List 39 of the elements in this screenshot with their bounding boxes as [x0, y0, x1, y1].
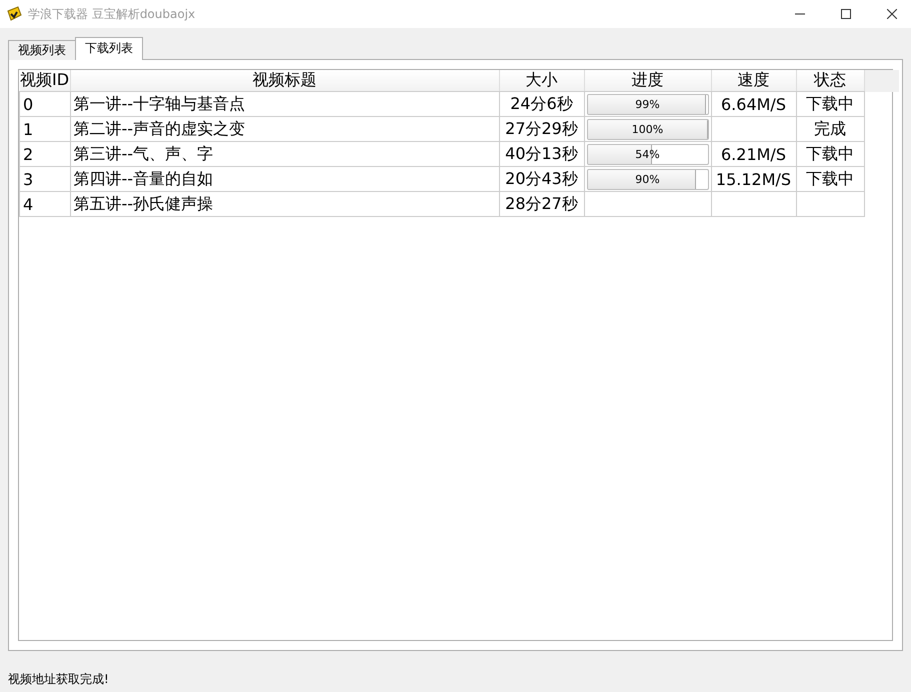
close-icon[interactable]: [887, 9, 897, 19]
window-title: 学浪下载器 豆宝解析doubaojx: [28, 6, 196, 22]
progress-text: 54%: [634, 146, 661, 162]
progress-text: 90%: [634, 172, 661, 188]
table-cell: 0: [20, 92, 70, 116]
table-cell: 下载中: [796, 166, 864, 192]
table-cell: 15.12M/S: [711, 166, 796, 192]
column-header[interactable]: 视频ID: [20, 70, 70, 92]
progress-text: 100%: [630, 122, 664, 138]
tab[interactable]: 视频列表: [8, 40, 76, 60]
table-cell: 40分13秒: [499, 142, 584, 166]
table-cell: 完成: [796, 116, 864, 142]
table-cell: 6.64M/S: [711, 92, 796, 116]
table-cell: 20分43秒: [499, 166, 584, 192]
column-header[interactable]: 进度: [584, 70, 711, 92]
table-cell: 第三讲--气、声、字: [70, 142, 499, 166]
progress-text: 99%: [634, 96, 661, 112]
table-cell: 28分27秒: [499, 192, 584, 216]
column-header[interactable]: 大小: [499, 70, 584, 92]
table-cell: 第二讲--声音的虚实之变: [70, 116, 499, 142]
table-cell: 27分29秒: [499, 116, 584, 142]
app-icon: [6, 6, 22, 22]
table-cell: 24分6秒: [499, 92, 584, 116]
status-text: 视频地址获取完成!: [8, 671, 110, 688]
maximize-icon[interactable]: [841, 9, 851, 19]
table-cell: 下载中: [796, 142, 864, 166]
table-cell: 6.21M/S: [711, 142, 796, 166]
table-cell: 第五讲--孙氏健声操: [70, 192, 499, 216]
table-cell: 4: [20, 192, 70, 216]
column-header[interactable]: 速度: [711, 70, 796, 92]
table-cell: 2: [20, 142, 70, 166]
table-cell: 第四讲--音量的自如: [70, 166, 499, 192]
column-header[interactable]: 状态: [796, 70, 864, 92]
tab[interactable]: 下载列表: [75, 37, 143, 60]
table-cell: 1: [20, 116, 70, 142]
column-header[interactable]: 视频标题: [70, 70, 499, 92]
table-cell: 第一讲--十字轴与基音点: [70, 92, 499, 116]
table-cell: 3: [20, 166, 70, 192]
table-cell: 下载中: [796, 92, 864, 116]
